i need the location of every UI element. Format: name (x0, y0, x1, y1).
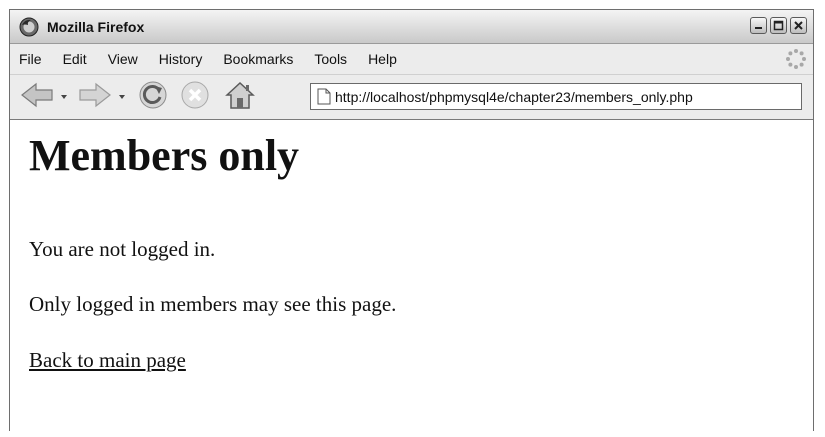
status-message: You are not logged in. (29, 237, 216, 261)
menu-tools[interactable]: Tools (314, 51, 347, 67)
page-content: Members only You are not logged in. Only… (10, 119, 813, 431)
throbber-icon (785, 48, 807, 75)
menu-history[interactable]: History (159, 51, 203, 67)
browser-window: Mozilla Firefox File Edit View History B… (9, 9, 814, 431)
home-button[interactable] (224, 80, 256, 115)
maximize-button[interactable] (770, 17, 787, 34)
back-history-dropdown[interactable] (60, 88, 68, 106)
info-message: Only logged in members may see this page… (29, 292, 397, 316)
close-button[interactable] (790, 17, 807, 34)
menu-bookmarks[interactable]: Bookmarks (223, 51, 293, 67)
forward-button[interactable] (76, 81, 112, 114)
title-bar: Mozilla Firefox (10, 10, 813, 44)
page-icon (317, 88, 331, 105)
menu-edit[interactable]: Edit (63, 51, 87, 67)
chevron-down-icon (118, 88, 126, 106)
menu-bar: File Edit View History Bookmarks Tools H… (10, 44, 813, 75)
reload-icon (138, 80, 168, 115)
back-icon (20, 81, 56, 114)
firefox-icon (19, 17, 39, 37)
url-bar[interactable]: http://localhost/phpmysql4e/chapter23/me… (310, 83, 802, 110)
window-controls (750, 17, 807, 34)
home-icon (224, 80, 256, 115)
url-text: http://localhost/phpmysql4e/chapter23/me… (335, 88, 693, 105)
forward-icon (76, 81, 112, 114)
page-title: Members only (29, 131, 300, 180)
chevron-down-icon (60, 88, 68, 106)
minimize-button[interactable] (750, 17, 767, 34)
back-to-main-link[interactable]: Back to main page (29, 348, 186, 373)
forward-history-dropdown[interactable] (118, 88, 126, 106)
menu-view[interactable]: View (108, 51, 138, 67)
menu-file[interactable]: File (19, 51, 42, 67)
back-button[interactable] (20, 81, 56, 114)
menu-help[interactable]: Help (368, 51, 397, 67)
window-title: Mozilla Firefox (47, 18, 145, 35)
stop-button[interactable] (180, 80, 210, 115)
navigation-toolbar: http://localhost/phpmysql4e/chapter23/me… (10, 75, 813, 120)
reload-button[interactable] (138, 80, 168, 115)
stop-icon (180, 80, 210, 115)
